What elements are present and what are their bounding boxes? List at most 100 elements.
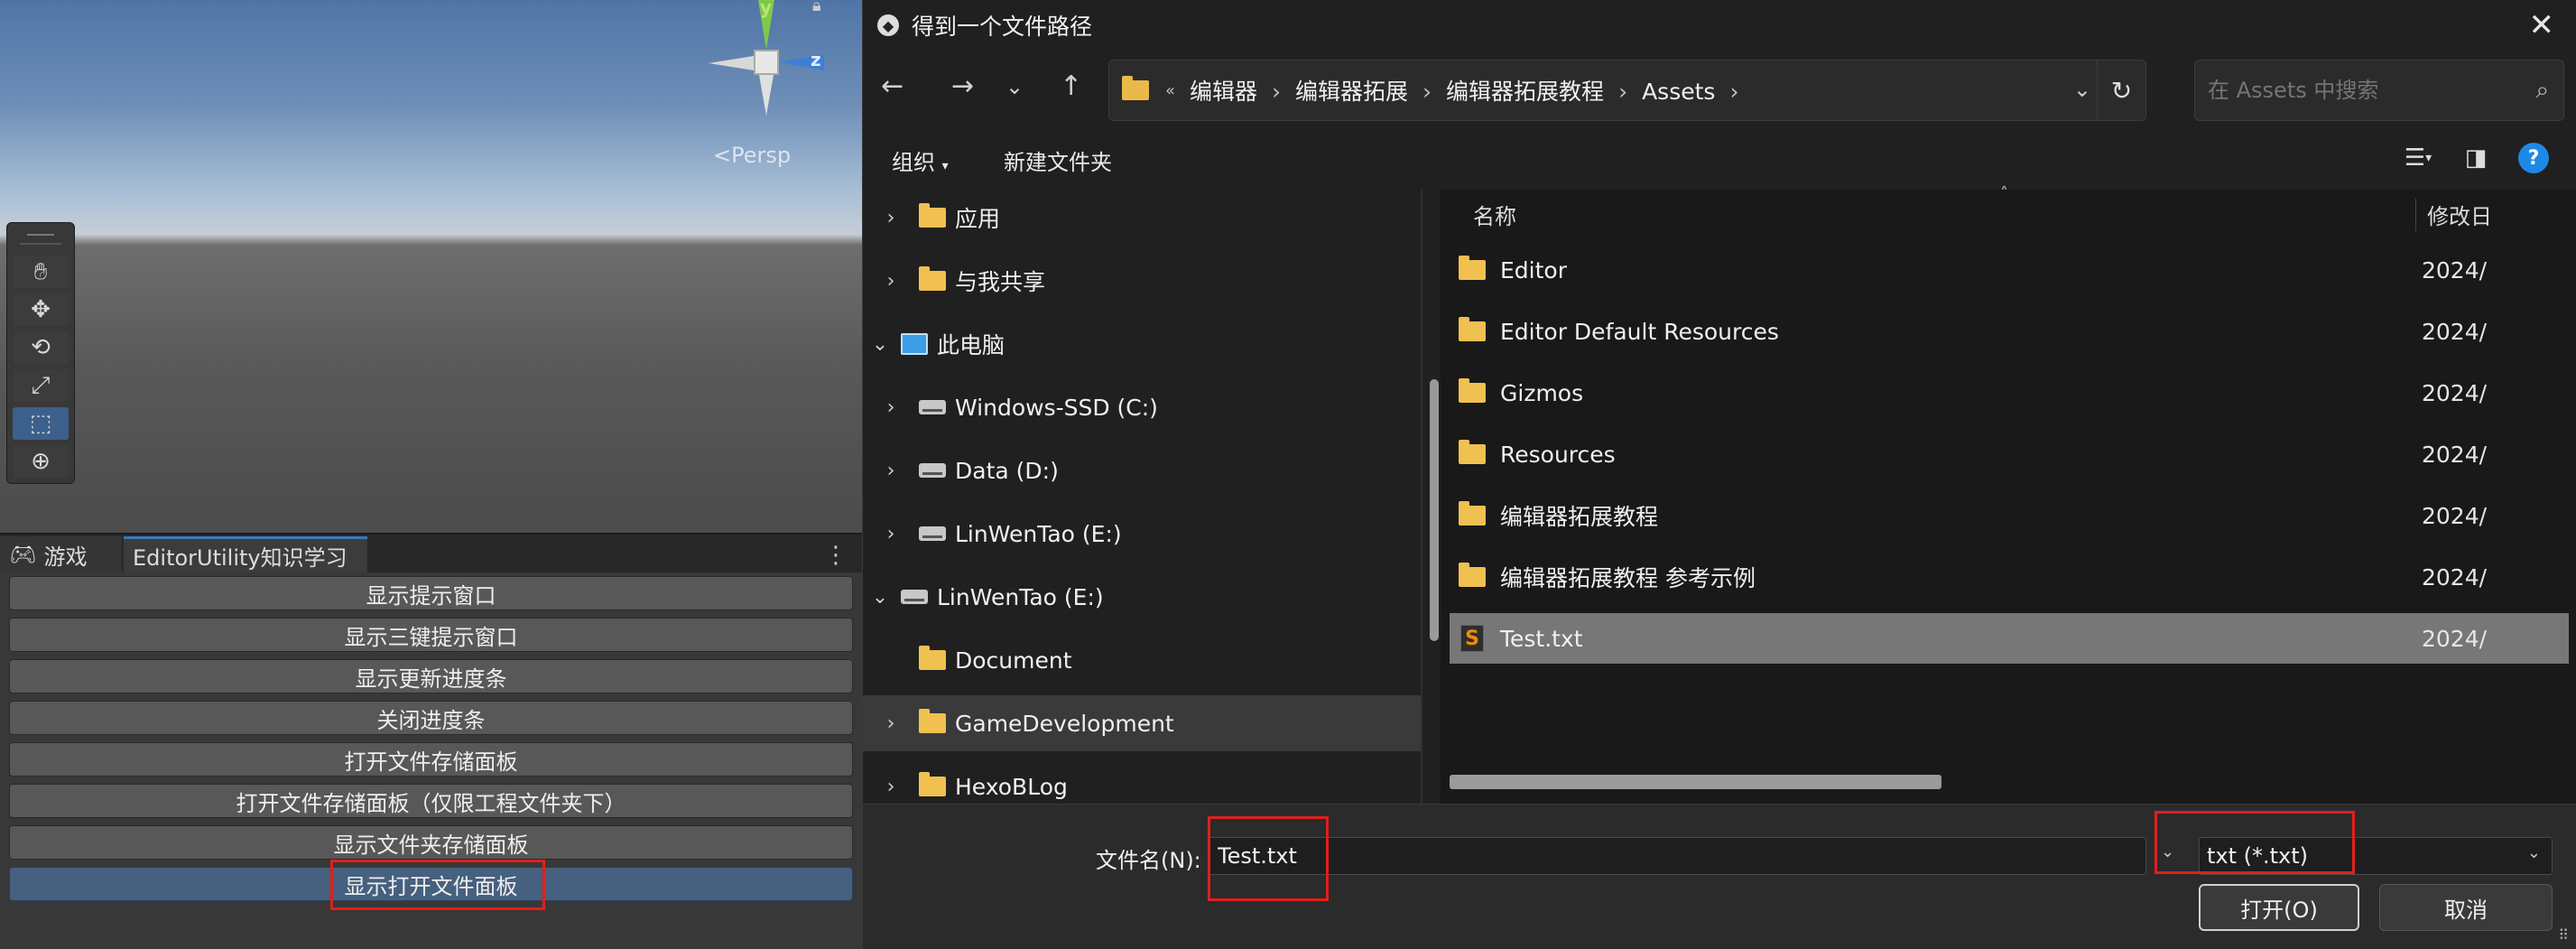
file-list-scrollbar[interactable] [1450,775,1941,789]
search-input[interactable] [2206,77,2504,104]
help-icon[interactable]: ? [2518,143,2549,173]
open-button[interactable]: 打开(O) [2199,884,2359,931]
rect-icon[interactable]: ⬚ [13,407,69,440]
navigation-scrollbar[interactable] [1430,379,1439,641]
nav-item-label: 与我共享 [955,269,1046,295]
nav-item[interactable]: Document [863,632,1421,688]
nav-item[interactable]: › HexoBLog [863,758,1421,804]
scene-view[interactable]: ✋︎ ✥ ⟲ ⤢ ⬚ ⊕ y z 🔒︎ <Persp [0,0,862,533]
file-row[interactable]: 编辑器拓展教程 参考示例 2024/ [1450,552,2569,602]
chevron-right-icon[interactable]: › [879,207,903,229]
breadcrumb-separator-icon[interactable]: › [1618,79,1627,105]
tool-panel: ✋︎ ✥ ⟲ ⤢ ⬚ ⊕ [6,222,75,484]
nav-item[interactable]: › GameDevelopment [863,695,1421,751]
tool-panel-handle[interactable] [20,232,61,245]
transform-icon[interactable]: ⊕ [13,445,69,478]
file-name: 编辑器拓展教程 参考示例 [1500,565,1756,591]
navigation-bar: ← → ⌄ ↑ « 编辑器 › 编辑器拓展 › 编辑器拓展教程 › Assets › ⌄ ↻ … [863,51,2576,130]
file-list[interactable]: ˄ 名称 修改日 Editor 2024/Editor Default Resou… [1441,184,2576,804]
nav-item-label: LinWenTao (E:) [937,583,1104,610]
breadcrumb-item[interactable]: 编辑器 [1190,79,1257,105]
breadcrumb-separator-icon[interactable]: › [1729,79,1738,105]
search-icon[interactable]: ⌕ [2535,77,2549,105]
up-arrow-icon[interactable]: ↑ [1060,70,1082,102]
column-modified[interactable]: 修改日 [2415,199,2492,231]
list-view-icon[interactable]: ☰ ▾ [2403,144,2433,172]
resize-grip-icon[interactable]: ⠿ [2558,926,2569,944]
navigation-pane[interactable]: › 应用 › 与我共享 ⌄ 此电脑 › Windows-SSD (C:) › Data (D:) ›… [863,190,1422,804]
unity-button-4[interactable]: 打开文件存储面板 [9,742,853,777]
address-dropdown-icon[interactable]: ⌄ [2073,77,2091,102]
projection-label[interactable]: <Persp [713,143,791,168]
chevron-right-icon[interactable]: › [879,523,903,545]
nav-item-label: 此电脑 [937,332,1005,358]
close-icon[interactable]: ✕ [2529,7,2555,43]
chevron-down-icon[interactable]: ⌄ [868,586,892,609]
chevron-right-icon[interactable]: › [879,270,903,293]
file-row[interactable]: S Test.txt 2024/ [1450,613,2569,664]
file-date: 2024/ [2422,256,2488,284]
column-name[interactable]: 名称 [1473,199,1516,230]
breadcrumb-item[interactable]: 编辑器拓展 [1295,79,1408,105]
breadcrumb-item[interactable]: Assets [1642,79,1715,105]
hand-icon[interactable]: ✋︎ [13,256,69,288]
nav-item[interactable]: ⌄ 此电脑 [863,316,1421,372]
back-arrow-icon[interactable]: ← [881,70,903,102]
file-row[interactable]: Editor Default Resources 2024/ [1450,306,2569,357]
nav-item-label: Data (D:) [955,457,1059,484]
unity-button-0[interactable]: 显示提示窗口 [9,576,853,610]
breadcrumb-separator-icon[interactable]: › [1272,79,1281,105]
unity-button-7[interactable]: 显示打开文件面板 [9,867,853,901]
chevron-right-icon[interactable]: › [879,396,903,419]
column-header: ˄ 名称 修改日 [1441,184,2576,233]
address-bar[interactable]: « 编辑器 › 编辑器拓展 › 编辑器拓展教程 › Assets › ⌄ ↻ [1108,60,2146,121]
rotate-icon[interactable]: ⟲ [13,331,69,364]
orientation-gizmo[interactable]: y z 🔒︎ [695,0,848,126]
file-row[interactable]: Editor 2024/ [1450,245,2569,295]
unity-button-5[interactable]: 打开文件存储面板（仅限工程文件夹下） [9,784,853,818]
gizmo-cube[interactable] [754,50,779,75]
unity-button-6[interactable]: 显示文件夹存储面板 [9,825,853,860]
breadcrumb-item[interactable]: 编辑器拓展教程 [1446,79,1604,105]
unity-button-3[interactable]: 关闭进度条 [9,701,853,735]
nav-item[interactable]: › Windows-SSD (C:) [863,379,1421,435]
file-name: Editor [1500,256,1567,284]
chevron-right-icon[interactable]: › [879,460,903,482]
text-file-icon: S [1460,625,1484,652]
tab-editorutility[interactable]: EditorUtility知识学习 [124,536,367,572]
breadcrumb-separator-icon[interactable]: › [1422,79,1432,105]
move-icon[interactable]: ✥ [13,293,69,326]
search-box[interactable]: ⌕ [2194,60,2564,121]
file-row[interactable]: Gizmos 2024/ [1450,368,2569,418]
chevron-right-icon[interactable]: › [879,776,903,798]
forward-arrow-icon[interactable]: → [951,70,974,102]
lock-icon[interactable]: 🔒︎ [812,0,821,15]
filetype-select[interactable]: txt (*.txt) ⌄ [2199,837,2553,875]
breadcrumb-overflow[interactable]: « [1165,81,1175,100]
nav-item[interactable]: › LinWenTao (E:) [863,506,1421,562]
recent-chevron-down-icon[interactable]: ⌄ [1005,74,1024,99]
scale-icon[interactable]: ⤢ [13,369,69,402]
nav-item[interactable]: › Data (D:) [863,442,1421,498]
gizmo-down-axis[interactable] [759,75,774,116]
nav-item[interactable]: ⌄ LinWenTao (E:) [863,569,1421,625]
unity-button-1[interactable]: 显示三键提示窗口 [9,618,853,652]
refresh-icon[interactable]: ↻ [2097,60,2145,120]
filename-input[interactable] [1208,837,2146,875]
tab-game[interactable]: 🎮︎ 游戏 [0,536,122,572]
file-row[interactable]: Resources 2024/ [1450,429,2569,479]
file-row[interactable]: 编辑器拓展教程 2024/ [1450,490,2569,541]
unity-button-2[interactable]: 显示更新进度条 [9,659,853,693]
chevron-down-icon[interactable]: ⌄ [868,333,892,356]
gizmo-x-axis[interactable] [709,56,754,70]
new-folder-button[interactable]: 新建文件夹 [1004,144,1112,176]
nav-item[interactable]: › 应用 [863,190,1421,246]
chevron-right-icon[interactable]: › [879,712,903,735]
preview-pane-icon[interactable]: ◨ [2460,144,2491,172]
filename-dropdown-icon[interactable]: ⌄ [2161,842,2174,861]
nav-item[interactable]: › 与我共享 [863,253,1421,309]
cancel-button[interactable]: 取消 [2379,884,2553,931]
more-menu-icon[interactable]: ⋮ [824,542,848,569]
open-file-dialog: ◆ 得到一个文件路径 ✕ ← → ⌄ ↑ « 编辑器 › 编辑器拓展 › 编辑器拓展教程… [862,0,2576,949]
organize-button[interactable]: 组织 ▾ [892,144,949,176]
